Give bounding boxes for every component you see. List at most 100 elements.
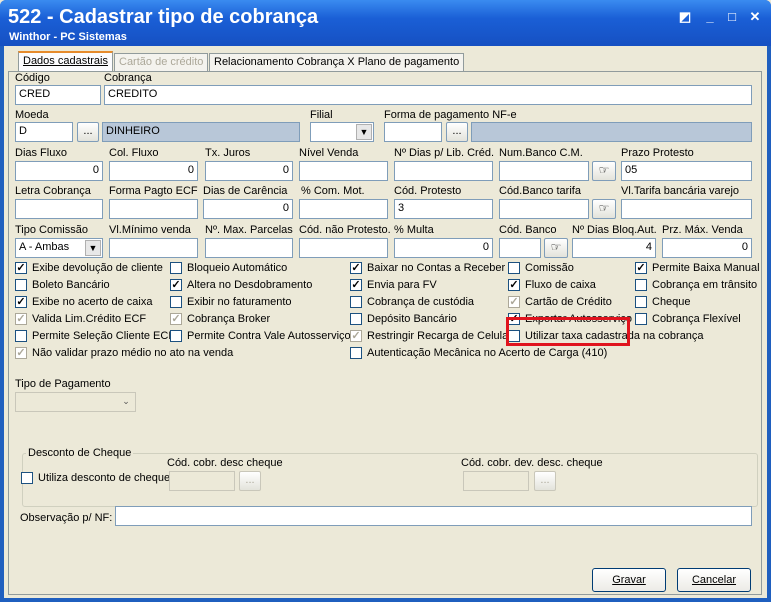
tipo-pagamento-select[interactable]: ⌄ bbox=[15, 392, 136, 412]
option-checkbox[interactable]: Cobrança Flexível bbox=[635, 313, 741, 327]
tab-relacionamento[interactable]: Relacionamento Cobrança X Plano de pagam… bbox=[209, 53, 465, 71]
forma-pag-nfe-search-button[interactable]: ... bbox=[446, 122, 468, 142]
cod-banco-input[interactable] bbox=[499, 238, 541, 258]
cod-cobr-desc-cheque-input[interactable] bbox=[169, 471, 235, 491]
checkbox-box bbox=[350, 313, 362, 325]
option-checkbox[interactable]: ✓ Altera no Desdobramento bbox=[170, 279, 312, 293]
hand-pointer-icon[interactable]: ☞ bbox=[592, 161, 616, 181]
col-fluxo-input[interactable]: 0 bbox=[109, 161, 198, 181]
option-checkbox[interactable]: Autenticação Mecânica no Acerto de Carga… bbox=[350, 347, 607, 361]
label-com-mot: % Com. Mot. bbox=[301, 185, 365, 197]
option-checkbox[interactable]: ✓ Envia para FV bbox=[350, 279, 437, 293]
option-checkbox[interactable]: ✓ Permite Baixa Manual bbox=[635, 262, 760, 276]
application-window: 522 - Cadastrar tipo de cobrança Winthor… bbox=[0, 0, 771, 602]
dias-carencia-input[interactable]: 0 bbox=[203, 199, 293, 219]
checkbox-box bbox=[15, 330, 27, 342]
close-icon[interactable]: ✕ bbox=[745, 8, 765, 26]
checkbox-label: Restringir Recarga de Celular bbox=[367, 330, 512, 342]
checkbox-label: Exibe devolução de cliente bbox=[32, 262, 163, 274]
codigo-input[interactable]: CRED bbox=[15, 85, 101, 105]
chevron-down-icon[interactable]: ⌄ bbox=[118, 394, 134, 410]
gravar-button[interactable]: Gravar bbox=[592, 568, 666, 592]
tab-dados-cadastrais[interactable]: Dados cadastrais bbox=[18, 51, 113, 72]
vl-tarifa-input[interactable] bbox=[621, 199, 752, 219]
cancelar-label: Cancelar bbox=[691, 574, 737, 586]
num-banco-cm-input[interactable] bbox=[499, 161, 589, 181]
cod-banco-tarifa-input[interactable] bbox=[499, 199, 589, 219]
checkbox-label: Altera no Desdobramento bbox=[187, 279, 313, 291]
tab-label: Dados cadastrais bbox=[23, 55, 108, 67]
minimize-icon[interactable]: _ bbox=[700, 8, 720, 26]
option-checkbox[interactable]: Boleto Bancário bbox=[15, 279, 110, 293]
label-max-parcelas: Nº. Max. Parcelas bbox=[205, 224, 293, 236]
multa-input[interactable]: 0 bbox=[394, 238, 493, 258]
option-checkbox[interactable]: Comissão bbox=[508, 262, 574, 276]
option-checkbox[interactable]: ✓ Valida Lim.Crédito ECF bbox=[15, 313, 146, 327]
cod-nao-protesto-input[interactable] bbox=[299, 238, 388, 258]
option-checkbox[interactable]: Exibir no faturamento bbox=[170, 296, 292, 310]
dias-bloq-aut-input[interactable]: 4 bbox=[572, 238, 656, 258]
cod-cobr-dev-desc-cheque-search-button[interactable]: ... bbox=[534, 471, 556, 491]
label-dias-bloq-aut: Nº Dias Bloq.Aut. bbox=[572, 224, 657, 236]
title-bar[interactable]: 522 - Cadastrar tipo de cobrança Winthor… bbox=[0, 0, 771, 46]
forma-pagto-ecf-input[interactable] bbox=[109, 199, 198, 219]
nivel-venda-input[interactable] bbox=[299, 161, 388, 181]
filial-select[interactable]: ▼ bbox=[310, 122, 374, 142]
dias-fluxo-input[interactable]: 0 bbox=[15, 161, 103, 181]
option-checkbox[interactable]: Cobrança em trânsito bbox=[635, 279, 757, 293]
option-checkbox[interactable]: ✓ Restringir Recarga de Celular bbox=[350, 330, 512, 344]
label-dias-fluxo: Dias Fluxo bbox=[15, 147, 67, 159]
checkbox-box bbox=[635, 296, 647, 308]
forma-pag-nfe-input[interactable] bbox=[384, 122, 442, 142]
tab-panel: Código CRED Cobrança CREDITO Moeda D ...… bbox=[8, 71, 762, 595]
moeda-search-button[interactable]: ... bbox=[77, 122, 99, 142]
hand-pointer-icon[interactable]: ☞ bbox=[544, 238, 568, 258]
com-mot-input[interactable] bbox=[299, 199, 388, 219]
option-checkbox[interactable]: ✓ Cobrança Broker bbox=[170, 313, 270, 327]
observacao-input[interactable] bbox=[115, 506, 752, 526]
restore-icon[interactable]: ◩ bbox=[675, 8, 695, 26]
chevron-down-icon[interactable]: ▼ bbox=[356, 124, 372, 140]
cobranca-input[interactable]: CREDITO bbox=[104, 85, 752, 105]
max-parcelas-input[interactable] bbox=[205, 238, 293, 258]
vl-minimo-venda-input[interactable] bbox=[109, 238, 198, 258]
prz-max-venda-input[interactable]: 0 bbox=[662, 238, 752, 258]
cod-cobr-dev-desc-cheque-input[interactable] bbox=[463, 471, 529, 491]
prazo-protesto-input[interactable]: 05 bbox=[621, 161, 752, 181]
label-cod-protesto: Cód. Protesto bbox=[394, 185, 462, 197]
cod-protesto-input[interactable]: 3 bbox=[394, 199, 493, 219]
maximize-icon[interactable]: □ bbox=[722, 8, 742, 26]
dias-lib-cred-input[interactable] bbox=[394, 161, 493, 181]
option-checkbox[interactable]: Cheque bbox=[635, 296, 691, 310]
option-checkbox[interactable]: Cobrança de custódia bbox=[350, 296, 474, 310]
option-checkbox[interactable]: ✓ Exibe devolução de cliente bbox=[15, 262, 163, 276]
option-checkbox[interactable]: Permite Contra Vale Autosserviço bbox=[170, 330, 351, 344]
checkbox-box: ✓ bbox=[508, 279, 520, 291]
option-checkbox[interactable]: ✓ Não validar prazo médio no ato na venda bbox=[15, 347, 233, 361]
checkbox-label: Fluxo de caixa bbox=[525, 279, 596, 291]
tx-juros-input[interactable]: 0 bbox=[205, 161, 293, 181]
option-checkbox[interactable]: Depósito Bancário bbox=[350, 313, 457, 327]
letra-cobranca-input[interactable] bbox=[15, 199, 103, 219]
label-tipo-comissao: Tipo Comissão bbox=[15, 224, 88, 236]
utiliza-desconto-checkbox[interactable]: Utiliza desconto de cheque bbox=[21, 472, 170, 486]
checkbox-box bbox=[350, 296, 362, 308]
option-checkbox[interactable]: Bloqueio Automático bbox=[170, 262, 287, 276]
chevron-down-icon[interactable]: ▼ bbox=[85, 240, 101, 256]
cod-cobr-desc-cheque-search-button[interactable]: ... bbox=[239, 471, 261, 491]
cancelar-button[interactable]: Cancelar bbox=[677, 568, 751, 592]
checkbox-box bbox=[635, 279, 647, 291]
hand-pointer-icon[interactable]: ☞ bbox=[592, 199, 616, 219]
option-checkbox[interactable]: ✓ Exibe no acerto de caixa bbox=[15, 296, 152, 310]
checkbox-label: Cartão de Crédito bbox=[525, 296, 612, 308]
client-area: Dados cadastrais Cartão de crédito Relac… bbox=[4, 46, 767, 598]
moeda-input[interactable]: D bbox=[15, 122, 73, 142]
option-checkbox[interactable]: ✓ Baixar no Contas a Receber bbox=[350, 262, 505, 276]
option-checkbox[interactable]: Permite Seleção Cliente ECF bbox=[15, 330, 175, 344]
tipo-comissao-select[interactable]: A - Ambas ▼ bbox=[15, 238, 103, 258]
label-cod-nao-protesto: Cód. não Protesto. bbox=[299, 224, 391, 236]
option-checkbox[interactable]: ✓ Fluxo de caixa bbox=[508, 279, 596, 293]
tab-cartao-credito[interactable]: Cartão de crédito bbox=[114, 53, 209, 71]
checkbox-label: Envia para FV bbox=[367, 279, 437, 291]
option-checkbox[interactable]: ✓ Cartão de Crédito bbox=[508, 296, 612, 310]
